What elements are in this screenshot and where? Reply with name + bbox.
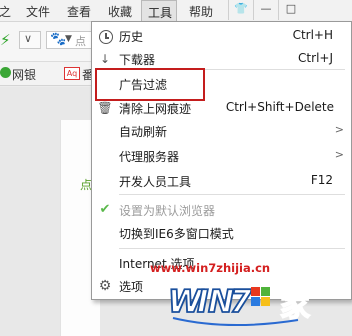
menu-bar: 之 文件 查看 收藏 工具 帮助 👕 — □ [0,0,352,22]
menu-item-proxy[interactable]: 代理服务器 > [92,146,351,168]
separator [119,248,345,249]
menu-view[interactable]: 查看 [67,3,91,20]
checkmark-icon: ✔ [99,202,111,217]
menu-item-history[interactable]: 历史 Ctrl+H [92,26,351,48]
minimize-icon: — [260,2,272,15]
fav-netbank[interactable]: 网银 [12,66,36,83]
lightning-icon[interactable]: ⚡ [0,31,11,49]
menu-item-cut[interactable]: 之 [0,3,11,20]
trash-icon: 🗑 [97,101,113,115]
chevron-right-icon: > [334,123,344,136]
paw-icon: 🐾 [50,32,67,47]
aq-icon: Aq [64,67,80,80]
menu-item-ie6-mode[interactable]: 切换到IE6多窗口模式 [92,223,351,245]
highlight-box [95,68,205,101]
maximize-icon: □ [285,2,297,15]
netbank-icon [0,67,11,78]
watermark-logo: W I N 7 家 [168,283,311,326]
menu-item-clear-history[interactable]: 🗑 清除上网痕迹 Ctrl+Shift+Delete [92,98,351,120]
menu-item-set-default: ✔ 设置为默认浏览器 [92,200,351,222]
clock-icon [99,30,113,44]
tools-menu: 历史 Ctrl+H ↓ 下载器 Ctrl+J 广告过滤 🗑 清除上网痕迹 Ctr… [91,21,352,300]
separator [119,194,345,195]
chevron-down-icon: ∨ [24,32,33,45]
minimize-button[interactable]: — [253,0,278,20]
svg-text:家: 家 [280,289,310,324]
menu-help[interactable]: 帮助 [189,3,213,20]
dropdown-button[interactable]: ∨ [19,31,41,49]
search-input[interactable]: 点 [75,33,86,49]
caret-down-icon: ▼ [65,34,72,44]
svg-text:7: 7 [230,284,252,320]
download-arrow-icon: ↓ [99,52,111,66]
skin-button[interactable]: 👕 [228,0,253,20]
chevron-right-icon: > [334,148,344,161]
search-engine-selector[interactable]: 🐾 ▼ 点 [46,31,92,49]
menu-favorites[interactable]: 收藏 [108,3,132,20]
watermark-url: www.win7zhijia.cn [150,261,271,275]
menu-file[interactable]: 文件 [26,3,50,20]
maximize-button[interactable]: □ [278,0,303,20]
menu-tools[interactable]: 工具 [141,0,177,22]
shirt-icon: 👕 [234,2,248,15]
menu-item-auto-refresh[interactable]: 自动刷新 > [92,121,351,143]
menu-item-dev-tools[interactable]: 开发人员工具 F12 [92,171,351,193]
svg-text:I: I [197,284,209,320]
gear-icon: ⚙ [98,278,112,294]
